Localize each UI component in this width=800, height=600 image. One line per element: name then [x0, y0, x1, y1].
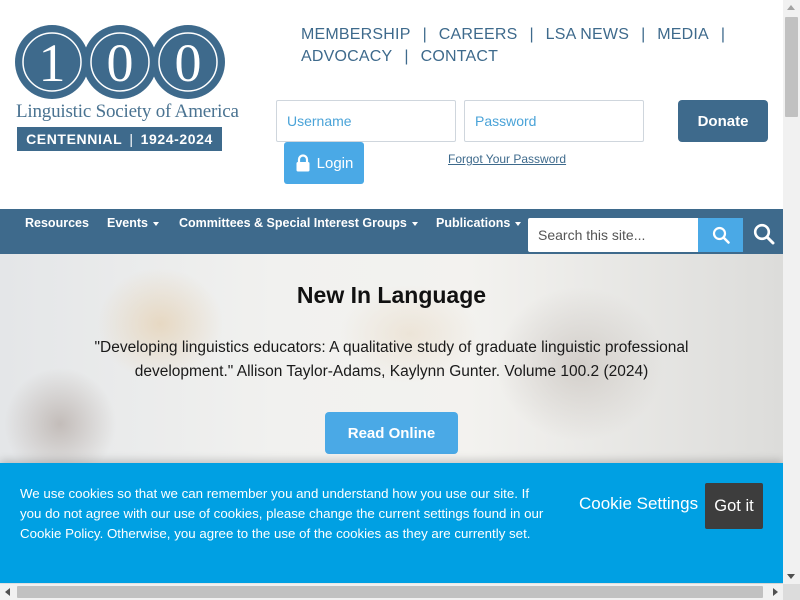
search-submit-button[interactable]	[698, 218, 743, 252]
scroll-left-arrow-icon[interactable]	[5, 588, 10, 596]
top-link-separator: |	[422, 26, 427, 43]
vertical-scroll-thumb[interactable]	[785, 17, 798, 117]
caret-down-icon	[515, 221, 522, 226]
lock-icon	[296, 154, 310, 172]
hero-article-text: "Developing linguistics educators: A qua…	[94, 339, 689, 380]
logo-banner-separator: |	[129, 131, 134, 147]
logo-100-circles: 1 0 0	[15, 25, 225, 99]
horizontal-scrollbar[interactable]	[0, 584, 783, 600]
cookie-settings-button[interactable]: Cookie Settings	[579, 494, 698, 514]
search-icon	[712, 226, 730, 244]
search-toggle-button[interactable]	[750, 220, 778, 248]
top-link-media[interactable]: MEDIA	[657, 24, 709, 46]
logo-society-name: Linguistic Society of America	[16, 101, 239, 122]
top-link-advocacy[interactable]: ADVOCACY	[301, 46, 392, 68]
logo-digit-1: 1	[39, 33, 66, 93]
top-link-lsa-news[interactable]: LSA NEWS	[546, 24, 629, 46]
cookie-accept-button[interactable]: Got it	[705, 483, 763, 529]
nav-item-label: Events	[107, 216, 148, 230]
top-link-separator: |	[404, 48, 409, 65]
horizontal-scroll-thumb[interactable]	[17, 586, 763, 598]
logo-centennial-banner: CENTENNIAL | 1924-2024	[17, 127, 222, 151]
scroll-right-arrow-icon[interactable]	[773, 588, 778, 596]
site-logo[interactable]: 1 0 0 Linguistic Society of America CENT…	[14, 24, 239, 152]
logo-digit-3: 0	[175, 33, 202, 93]
nav-item-publications[interactable]: Publications	[436, 209, 522, 238]
logo-banner-left: CENTENNIAL	[26, 131, 123, 147]
scroll-down-arrow-icon[interactable]	[787, 574, 795, 579]
read-online-button[interactable]: Read Online	[325, 412, 458, 454]
page: 1 0 0 Linguistic Society of America CENT…	[0, 0, 800, 600]
scroll-up-arrow-icon[interactable]	[787, 5, 795, 10]
vertical-scrollbar[interactable]	[783, 0, 800, 584]
logo-digit-2: 0	[107, 33, 134, 93]
logo-banner-right: 1924-2024	[140, 131, 213, 147]
nav-item-resources[interactable]: Resources	[25, 209, 89, 238]
username-input[interactable]	[276, 100, 456, 142]
nav-item-label: Publications	[436, 216, 511, 230]
nav-item-label: Resources	[25, 216, 89, 230]
top-links-row-2: ADVOCACY | CONTACT	[301, 46, 741, 68]
top-link-contact[interactable]: CONTACT	[421, 46, 499, 68]
nav-item-label: Committees & Special Interest Groups	[179, 216, 407, 230]
caret-down-icon	[153, 221, 159, 226]
cookie-banner: We use cookies so that we can remember y…	[0, 463, 783, 583]
nav-item-committees[interactable]: Committees & Special Interest Groups	[179, 209, 418, 238]
scrollbar-corner	[783, 584, 800, 600]
cookie-notice-text: We use cookies so that we can remember y…	[20, 486, 544, 541]
top-links: MEMBERSHIP | CAREERS | LSA NEWS | MEDIA …	[301, 24, 741, 68]
top-link-separator: |	[641, 26, 646, 43]
caret-down-icon	[411, 221, 418, 226]
hero-title: New In Language	[296, 282, 487, 308]
search-icon	[753, 223, 775, 245]
donate-button[interactable]: Donate	[678, 100, 768, 142]
password-input[interactable]	[464, 100, 644, 142]
site-search-input[interactable]	[528, 218, 698, 252]
forgot-password-link[interactable]: Forgot Your Password	[448, 152, 566, 166]
nav-item-events[interactable]: Events	[107, 209, 159, 238]
top-link-careers[interactable]: CAREERS	[439, 24, 518, 46]
top-link-separator: |	[720, 26, 726, 43]
top-link-separator: |	[529, 26, 534, 43]
top-link-membership[interactable]: MEMBERSHIP	[301, 24, 411, 46]
login-button-label: Login	[316, 154, 354, 172]
login-button[interactable]: Login	[284, 142, 364, 184]
top-links-row-1: MEMBERSHIP | CAREERS | LSA NEWS | MEDIA …	[301, 24, 741, 46]
